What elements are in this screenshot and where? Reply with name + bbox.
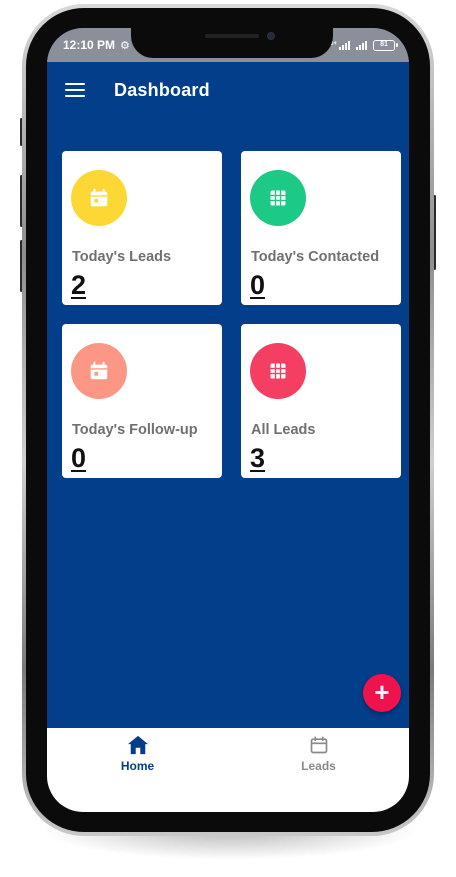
nav-label-leads: Leads [301,759,336,773]
gear-icon: ⚙ [120,39,130,52]
add-lead-button[interactable]: + [363,674,401,712]
nav-item-leads[interactable]: Leads [228,728,409,780]
phone-bezel: 12:10 PM ⚙ 4G+ 81 [26,8,430,832]
calendar-icon [90,188,108,207]
card-label: Today's Follow-up [72,422,198,438]
card-label: Today's Contacted [251,249,380,265]
grid-icon [270,363,286,379]
card-label: Today's Leads [72,249,172,265]
status-time: 12:10 PM [63,38,116,52]
battery-level: 81 [380,40,388,48]
card-icon-circle [71,170,127,226]
speaker-grille [205,34,259,38]
card-todays-contacted[interactable]: Today's Contacted 0 [241,151,401,305]
home-indicator-area [47,780,409,812]
card-all-leads[interactable]: All Leads 3 [241,324,401,478]
nav-label-home: Home [120,759,155,773]
calendar-icon [90,361,108,380]
status-indicators: 4G+ 81 [325,39,398,51]
front-camera [267,32,275,40]
app-screen: 12:10 PM ⚙ 4G+ 81 [47,28,409,812]
card-count: 0 [250,270,266,300]
signal-icon [356,40,367,50]
card-count: 3 [250,443,266,473]
home-icon [127,735,148,755]
nav-item-home[interactable]: Home [47,728,228,780]
phone-frame: 12:10 PM ⚙ 4G+ 81 [22,4,434,836]
bottom-navigation: Home Leads [47,728,409,780]
card-todays-leads[interactable]: Today's Leads 2 [62,151,222,305]
phone-notch [131,28,333,58]
card-icon-circle [250,343,306,399]
plus-icon: + [374,677,390,707]
card-label: All Leads [251,422,316,438]
calendar-icon [310,736,327,754]
card-count: 2 [71,270,87,300]
card-todays-follow-up[interactable]: Today's Follow-up 0 [62,324,222,478]
status-time-group: 12:10 PM ⚙ [63,38,130,52]
app-bar: Dashboard [47,62,409,118]
grid-icon [270,190,286,206]
menu-icon[interactable] [65,83,85,97]
card-icon-circle [71,343,127,399]
battery-icon: 81 [373,39,398,51]
card-count: 0 [71,443,87,473]
page-title: Dashboard [114,79,210,100]
card-icon-circle [250,170,306,226]
